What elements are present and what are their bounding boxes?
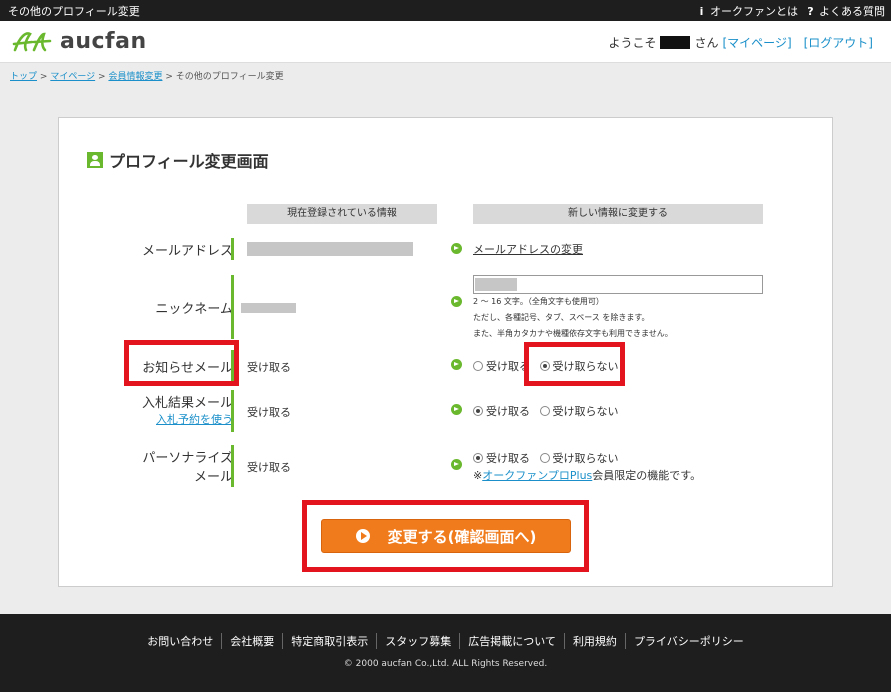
bid-label-box: 入札結果メール 入札予約を使う bbox=[129, 392, 233, 427]
nickname-divider bbox=[231, 275, 234, 339]
column-header-new: 新しい情報に変更する bbox=[473, 204, 763, 224]
bid-receive-radio[interactable] bbox=[473, 406, 483, 416]
question-icon: ? bbox=[807, 4, 814, 18]
site-header: aucfan ようこそ さん [マイページ] [ログアウト] bbox=[0, 21, 891, 63]
personalize-reject-label: 受け取らない bbox=[552, 452, 619, 465]
page-title: プロフィール変更画面 bbox=[87, 148, 269, 172]
breadcrumb-separator: > bbox=[39, 72, 48, 82]
logo-mark-icon bbox=[12, 31, 52, 51]
site-footer: お問い合わせ 会社概要 特定商取引表示 スタッフ募集 広告掲載について 利用規約… bbox=[0, 614, 891, 692]
redacted-username bbox=[660, 36, 691, 49]
breadcrumb-current: その他のプロフィール変更 bbox=[175, 72, 284, 82]
highlight-reject-option bbox=[524, 342, 625, 386]
personalize-note: ※オークファンプロPlus会員限定の機能です。 bbox=[473, 467, 701, 483]
bid-receive-label: 受け取る bbox=[486, 405, 530, 418]
arrow-right-icon bbox=[451, 243, 462, 254]
personalize-reject-option[interactable]: 受け取らない bbox=[539, 452, 619, 465]
column-header-current: 現在登録されている情報 bbox=[247, 204, 437, 224]
about-label: オークファンとは bbox=[710, 5, 798, 18]
personalize-divider bbox=[231, 445, 234, 487]
highlight-notice-label bbox=[124, 340, 239, 386]
breadcrumb: トップ > マイページ > 会員情報変更 > その他のプロフィール変更 bbox=[0, 63, 891, 87]
nickname-hint-2: ただし、各種記号、タブ、スペース を除きます。 bbox=[473, 313, 650, 322]
footer-link-terms[interactable]: 利用規約 bbox=[563, 633, 625, 649]
faq-label: よくある質問 bbox=[819, 5, 885, 18]
breadcrumb-separator: > bbox=[98, 72, 106, 82]
footer-link-contact[interactable]: お問い合わせ bbox=[139, 633, 221, 649]
copyright: © 2000 aucfan Co.,Ltd. ALL Rights Reserv… bbox=[343, 659, 548, 669]
breadcrumb-member-info[interactable]: 会員情報変更 bbox=[108, 72, 162, 82]
arrow-right-icon bbox=[451, 296, 462, 307]
breadcrumb-mypage[interactable]: マイページ bbox=[50, 72, 95, 82]
bid-reject-option[interactable]: 受け取らない bbox=[539, 405, 619, 418]
footer-link-recruit[interactable]: スタッフ募集 bbox=[376, 633, 459, 649]
user-icon bbox=[87, 152, 103, 168]
personalize-reject-radio[interactable] bbox=[539, 453, 550, 463]
personalize-receive-label: 受け取る bbox=[486, 452, 530, 465]
about-link[interactable]: i オークファンとは bbox=[697, 3, 798, 19]
personalize-radio-group: 受け取る 受け取らない bbox=[473, 450, 619, 466]
footer-links: お問い合わせ 会社概要 特定商取引表示 スタッフ募集 広告掲載について 利用規約… bbox=[0, 633, 891, 649]
redacted-nickname bbox=[241, 303, 296, 313]
bid-divider bbox=[231, 390, 234, 432]
breadcrumb-top[interactable]: トップ bbox=[10, 72, 37, 82]
nickname-hint-3: また、半角カタカナや機種依存文字も利用できません。 bbox=[473, 329, 673, 338]
logo-text: aucfan bbox=[60, 29, 147, 54]
notice-current-value: 受け取る bbox=[247, 361, 291, 374]
window-title: その他のプロフィール変更 bbox=[8, 5, 140, 18]
welcome-prefix: ようこそ bbox=[608, 36, 657, 50]
notice-receive-radio[interactable] bbox=[473, 361, 483, 371]
footer-link-privacy[interactable]: プライバシーポリシー bbox=[624, 633, 752, 649]
bid-radio-group: 受け取る 受け取らない bbox=[473, 403, 619, 419]
footer-link-advertising[interactable]: 広告掲載について bbox=[459, 633, 564, 649]
personalize-receive-option[interactable]: 受け取る bbox=[473, 452, 530, 465]
faq-link[interactable]: ? よくある質問 bbox=[806, 3, 885, 19]
aucfan-pro-plus-link[interactable]: オークファンプロPlus bbox=[482, 469, 592, 482]
bid-receive-option[interactable]: 受け取る bbox=[473, 405, 530, 418]
personalize-receive-radio[interactable] bbox=[473, 453, 483, 463]
personalize-label-box: パーソナライズ メール bbox=[129, 447, 233, 485]
bid-current-value: 受け取る bbox=[247, 406, 291, 419]
nickname-label: ニックネーム bbox=[155, 302, 233, 317]
personalize-label-line2: メール bbox=[193, 470, 233, 485]
top-bar: その他のプロフィール変更 i オークファンとは ? よくある質問 bbox=[0, 0, 891, 21]
bid-reservation-link[interactable]: 入札予約を使う bbox=[156, 413, 233, 426]
bid-reject-radio[interactable] bbox=[539, 406, 550, 416]
page-title-text: プロフィール変更画面 bbox=[109, 152, 269, 171]
personalize-label-line1: パーソナライズ bbox=[142, 451, 233, 466]
nickname-label-box: ニックネーム bbox=[129, 298, 233, 317]
personalize-current-value: 受け取る bbox=[247, 461, 291, 474]
arrow-right-icon bbox=[451, 459, 462, 470]
email-divider bbox=[231, 238, 234, 260]
breadcrumb-separator: > bbox=[165, 72, 173, 82]
nickname-input[interactable] bbox=[473, 275, 763, 294]
welcome-area: ようこそ さん [マイページ] [ログアウト] bbox=[608, 34, 873, 51]
highlight-submit-button bbox=[302, 500, 589, 572]
notice-receive-option[interactable]: 受け取る bbox=[473, 360, 530, 373]
note-prefix: ※ bbox=[473, 469, 483, 482]
nickname-hint-1: 2 ～ 16 文字。（全角文字も使用可） bbox=[473, 297, 604, 306]
info-icon: i bbox=[699, 4, 704, 18]
mypage-link[interactable]: [マイページ] bbox=[723, 34, 792, 51]
redacted-nickname-value bbox=[475, 278, 517, 291]
logout-link[interactable]: [ログアウト] bbox=[804, 34, 873, 51]
email-change-link[interactable]: メールアドレスの変更 bbox=[473, 241, 583, 257]
nickname-hints: 2 ～ 16 文字。（全角文字も使用可） ただし、各種記号、タブ、スペース を除… bbox=[473, 294, 773, 342]
top-links: i オークファンとは ? よくある質問 bbox=[697, 3, 885, 19]
bid-reject-label: 受け取らない bbox=[552, 405, 619, 418]
note-suffix: 会員限定の機能です。 bbox=[592, 469, 702, 482]
email-label: メールアドレス bbox=[141, 244, 233, 259]
aucfan-logo[interactable]: aucfan bbox=[12, 29, 147, 54]
bid-mail-label: 入札結果メール bbox=[141, 396, 233, 411]
arrow-right-icon bbox=[451, 404, 462, 415]
arrow-right-icon bbox=[451, 359, 462, 370]
footer-link-company[interactable]: 会社概要 bbox=[221, 633, 282, 649]
email-label-box: メールアドレス bbox=[129, 240, 233, 259]
redacted-email bbox=[247, 242, 413, 256]
footer-link-commerce[interactable]: 特定商取引表示 bbox=[282, 633, 376, 649]
welcome-suffix: さん bbox=[694, 36, 719, 50]
